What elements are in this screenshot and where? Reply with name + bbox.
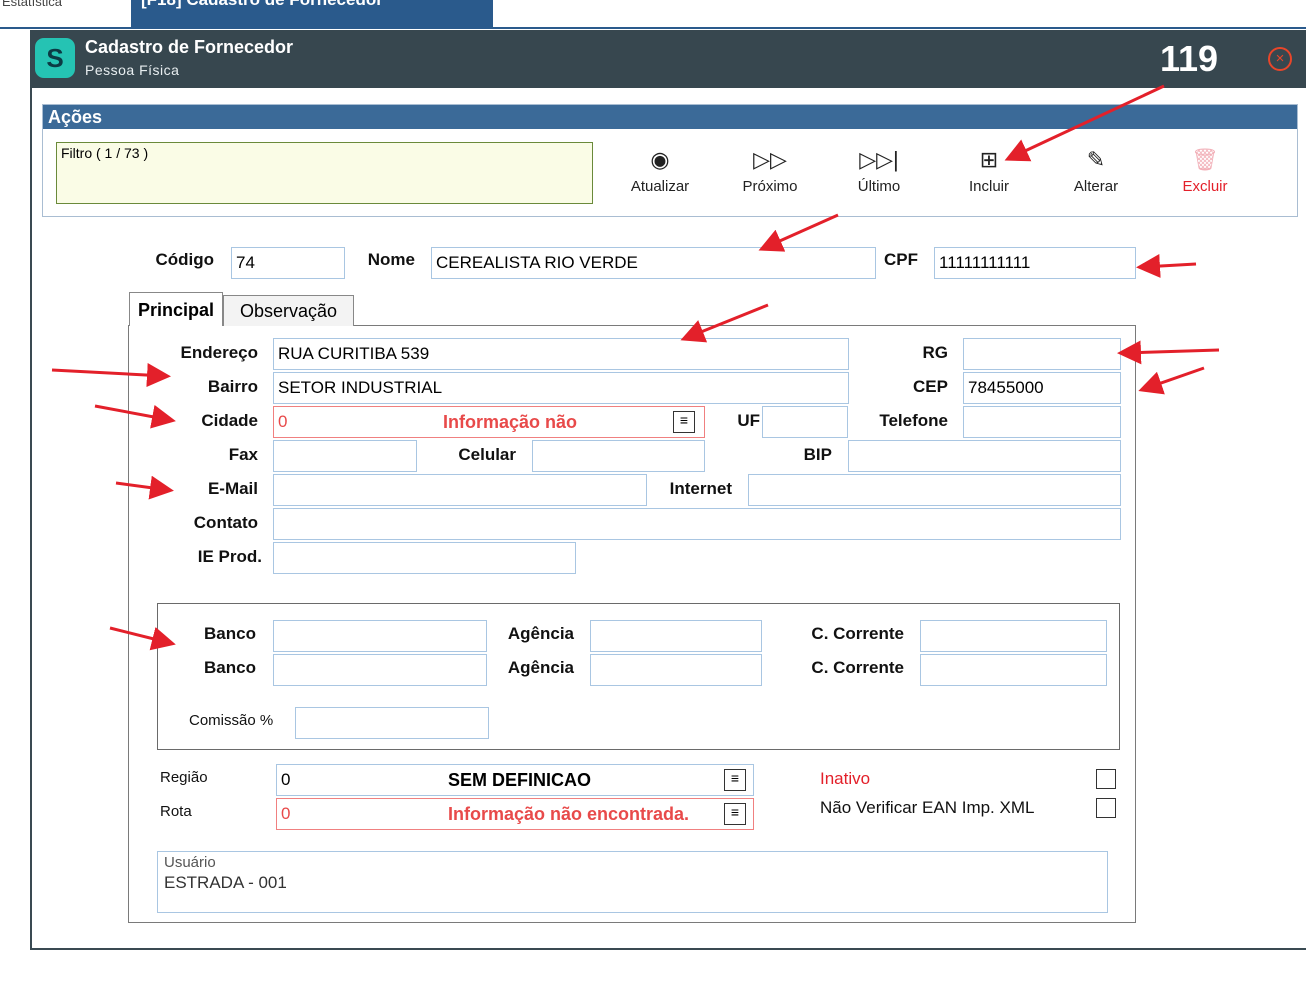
tab-estatistica[interactable]: Estatística [0, 0, 62, 16]
cep-field[interactable]: 78455000 [963, 372, 1121, 404]
last-icon: ▷▷| [859, 147, 899, 172]
window-number: 119 [1160, 38, 1219, 79]
filtro-box: Filtro ( 1 / 73 ) [56, 142, 593, 204]
rota-error-text: Informação não encontrada. [448, 804, 690, 824]
tabstrip-divider [0, 27, 1306, 29]
endereco-label: Endereço [180, 343, 258, 362]
bairro-label: Bairro [207, 377, 258, 396]
tab-principal[interactable]: Principal [129, 292, 223, 326]
incluir-label: Incluir [968, 178, 1009, 195]
app-logo-icon: S [35, 38, 75, 78]
cidade-lookup-icon[interactable] [673, 411, 695, 433]
agencia-field-2[interactable] [590, 654, 762, 686]
excluir-button[interactable]: 🗑 Excluir [1155, 146, 1255, 206]
regiao-lookup-icon[interactable] [724, 769, 746, 791]
rg-label: RG [922, 343, 949, 362]
cpf-label: CPF [884, 250, 918, 269]
contato-field[interactable] [273, 508, 1121, 540]
atualizar-label: Atualizar [630, 178, 690, 195]
uf-label: UF [737, 411, 760, 430]
add-document-icon: ⊞ [979, 147, 999, 172]
fax-label: Fax [228, 445, 258, 464]
telefone-label: Telefone [879, 411, 948, 430]
alterar-button[interactable]: ✎ Alterar [1046, 146, 1146, 206]
cidade-label: Cidade [201, 411, 258, 430]
comissao-field[interactable] [295, 707, 489, 739]
agencia-label-2: Agência [507, 658, 574, 677]
nao-verificar-checkbox[interactable] [1096, 798, 1116, 818]
fax-field[interactable] [273, 440, 417, 472]
ultimo-button[interactable]: ▷▷| Último [829, 146, 929, 206]
celular-field[interactable] [532, 440, 705, 472]
alterar-label: Alterar [1073, 178, 1119, 195]
email-label: E-Mail [207, 479, 258, 498]
email-field[interactable] [273, 474, 647, 506]
usuario-label: Usuário [164, 854, 216, 871]
conta-field-2[interactable] [920, 654, 1107, 686]
codigo-label: Código [155, 250, 214, 269]
bip-label: BIP [803, 445, 832, 464]
ultimo-label: Último [857, 178, 901, 195]
codigo-field[interactable]: 74 [231, 247, 345, 279]
rota-label: Rota [160, 803, 192, 820]
contato-label: Contato [193, 513, 258, 532]
nome-field[interactable]: CEREALISTA RIO VERDE [431, 247, 876, 279]
banco-field-2[interactable] [273, 654, 487, 686]
nome-label: Nome [367, 250, 415, 269]
regiao-label: Região [160, 769, 208, 786]
tab-observacao[interactable]: Observação [223, 295, 354, 326]
banco-field-1[interactable] [273, 620, 487, 652]
conta-label-1: C. Corrente [811, 624, 904, 643]
regiao-description: SEM DEFINICAO [448, 770, 592, 790]
comissao-label: Comissão % [189, 712, 274, 729]
inativo-checkbox[interactable] [1096, 769, 1116, 789]
telefone-field[interactable] [963, 406, 1121, 438]
cidade-error-text: Informação não [443, 412, 578, 432]
refresh-icon: ◉ [650, 147, 670, 172]
agencia-label-1: Agência [507, 624, 574, 643]
ie-prod-field[interactable] [273, 542, 576, 574]
nao-verificar-label: Não Verificar EAN Imp. XML [820, 798, 1035, 817]
window-title: Cadastro de Fornecedor [85, 37, 294, 57]
next-icon: ▷▷ [753, 147, 787, 172]
internet-field[interactable] [748, 474, 1121, 506]
endereco-field[interactable]: RUA CURITIBA 539 [273, 338, 849, 370]
usuario-box: Usuário ESTRADA - 001 [157, 851, 1108, 913]
cpf-field[interactable]: 11111111111 [934, 247, 1136, 279]
internet-label: Internet [669, 479, 732, 498]
close-icon[interactable]: × [1268, 47, 1292, 71]
celular-label: Celular [458, 445, 516, 464]
banco-label-1: Banco [204, 624, 256, 643]
rota-lookup-icon[interactable] [724, 803, 746, 825]
excluir-label: Excluir [1182, 178, 1228, 195]
acoes-header: Ações [43, 105, 1297, 129]
bairro-field[interactable]: SETOR INDUSTRIAL [273, 372, 849, 404]
conta-label-2: C. Corrente [811, 658, 904, 677]
bip-field[interactable] [848, 440, 1121, 472]
rg-field[interactable] [963, 338, 1121, 370]
uf-field[interactable] [762, 406, 848, 438]
cep-label: CEP [913, 377, 948, 396]
trash-icon: 🗑 [1191, 147, 1219, 172]
banco-label-2: Banco [204, 658, 256, 677]
proximo-label: Próximo [742, 178, 798, 195]
inativo-label: Inativo [820, 769, 871, 788]
proximo-button[interactable]: ▷▷ Próximo [720, 146, 820, 206]
tab-cadastro-fornecedor[interactable]: [F18] Cadastro de Fornecedor [131, 0, 493, 28]
conta-field-1[interactable] [920, 620, 1107, 652]
edit-document-icon: ✎ [1086, 147, 1106, 172]
ie-prod-label: IE Prod. [197, 547, 262, 566]
window-subtitle: Pessoa Física [85, 62, 180, 78]
agencia-field-1[interactable] [590, 620, 762, 652]
incluir-button[interactable]: ⊞ Incluir [939, 146, 1039, 206]
atualizar-button[interactable]: ◉ Atualizar [610, 146, 710, 206]
usuario-value: ESTRADA - 001 [164, 873, 287, 892]
